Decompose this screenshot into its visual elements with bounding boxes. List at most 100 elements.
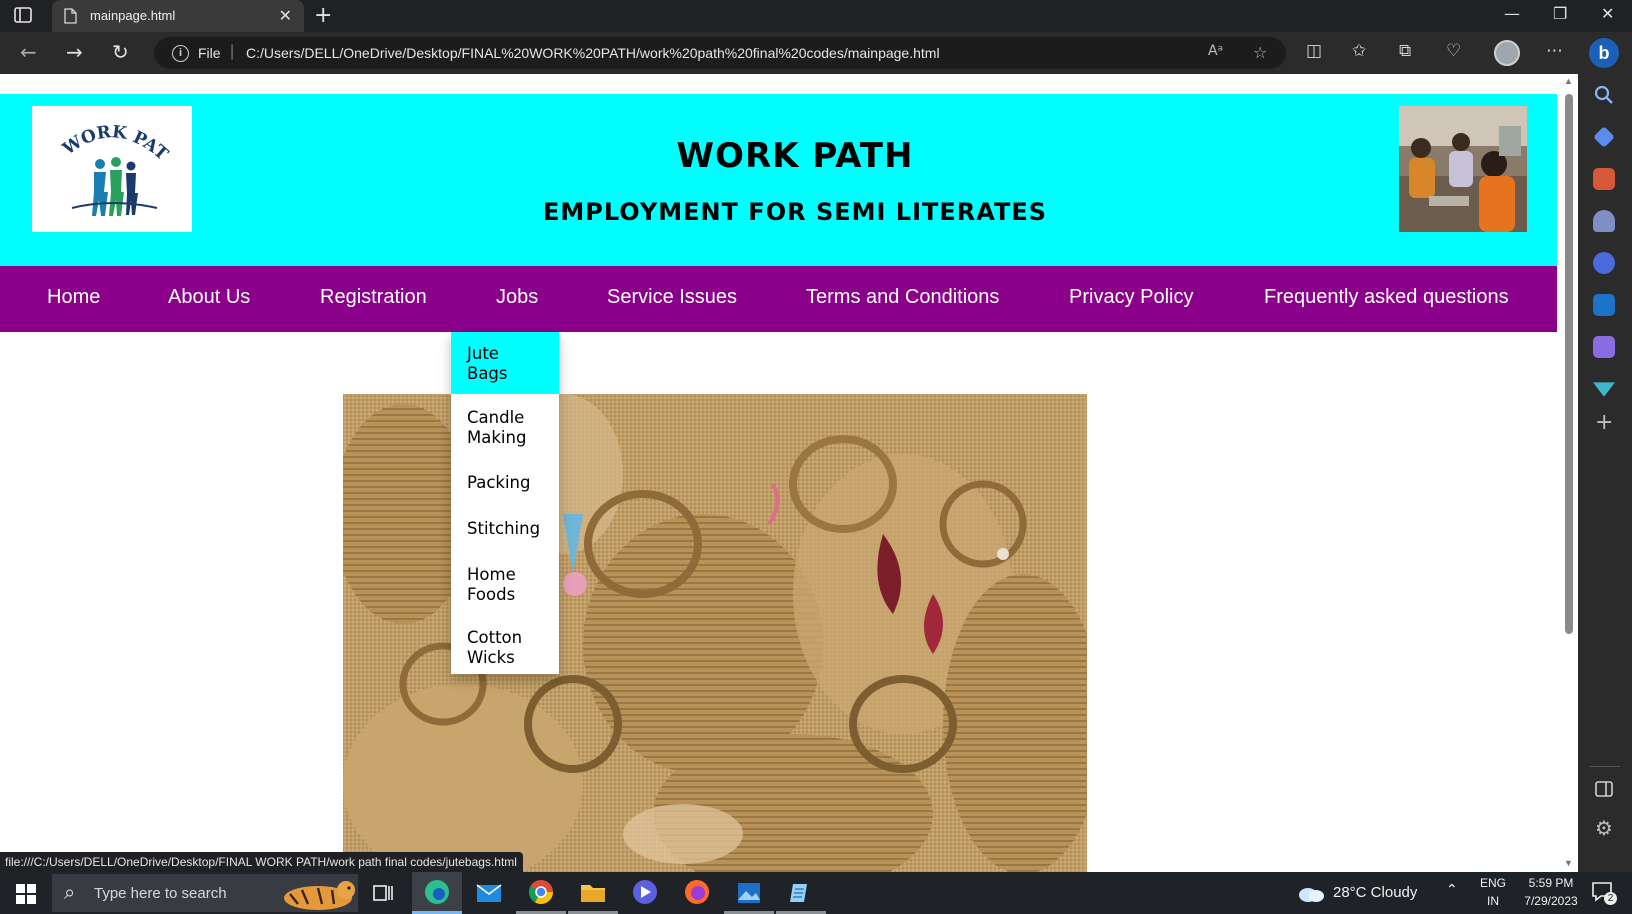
workers-photo xyxy=(1399,106,1527,232)
dropdown-item-label: Candle xyxy=(467,408,525,427)
taskbar-search-placeholder: Type here to search xyxy=(94,885,227,902)
scroll-down-arrow-icon[interactable]: ▼ xyxy=(1564,858,1573,868)
browser-toolbar: ← → ↻ i File | C:/Users/DELL/OneDrive/De… xyxy=(0,32,1632,74)
tools-icon[interactable] xyxy=(1593,168,1615,190)
refresh-icon[interactable]: ↻ xyxy=(112,40,129,64)
dropdown-item-label: Wicks xyxy=(467,648,515,667)
search-icon: ⌕ xyxy=(64,880,76,904)
nav-privacy-policy[interactable]: Privacy Policy xyxy=(1069,286,1193,309)
clock-date[interactable]: 7/29/2023 xyxy=(1508,894,1594,908)
dropdown-item-stitching[interactable]: Stitching xyxy=(451,506,559,552)
main-nav: Home About Us Registration Jobs Service … xyxy=(0,266,1557,332)
input-language[interactable]: ENG xyxy=(1476,876,1510,890)
url-text[interactable]: C:/Users/DELL/OneDrive/Desktop/FINAL%20W… xyxy=(246,45,940,61)
nav-jobs[interactable]: Jobs xyxy=(496,286,538,309)
dropdown-item-packing[interactable]: Packing xyxy=(451,460,559,506)
dropdown-item-label: Home xyxy=(467,565,516,584)
shopping-tag-icon[interactable] xyxy=(1593,126,1615,148)
nav-registration[interactable]: Registration xyxy=(320,286,427,309)
dropdown-item-label: Packing xyxy=(467,473,531,492)
close-tab-icon[interactable]: ✕ xyxy=(279,6,292,26)
nav-faq[interactable]: Frequently asked questions xyxy=(1264,286,1509,309)
people-icon[interactable] xyxy=(1593,210,1615,232)
dropdown-item-cotton-wicks[interactable]: Cotton Wicks xyxy=(451,618,559,674)
more-options-icon[interactable]: ⋯ xyxy=(1546,41,1563,61)
dropdown-item-label: Stitching xyxy=(467,519,541,538)
profile-avatar[interactable] xyxy=(1494,40,1520,66)
address-bar[interactable]: i File | C:/Users/DELL/OneDrive/Desktop/… xyxy=(154,37,1286,69)
file-explorer-taskbar-icon[interactable] xyxy=(568,872,618,914)
search-icon[interactable] xyxy=(1593,84,1615,106)
minimize-icon[interactable]: — xyxy=(1504,4,1520,23)
hide-sidebar-icon[interactable] xyxy=(1593,778,1615,800)
outlook-icon[interactable] xyxy=(1593,294,1615,316)
sidebar-divider xyxy=(1590,766,1620,767)
restore-icon[interactable]: ❐ xyxy=(1553,4,1567,23)
mail-taskbar-icon[interactable] xyxy=(464,872,514,914)
drop-icon[interactable] xyxy=(1593,382,1615,397)
address-separator: | xyxy=(230,43,235,60)
dropdown-item-label: Cotton xyxy=(467,628,523,647)
dropdown-item-candle-making[interactable]: Candle Making xyxy=(451,394,559,460)
cloudy-weather-icon[interactable] xyxy=(1296,883,1326,903)
forward-arrow-icon[interactable]: → xyxy=(66,40,83,64)
scroll-up-arrow-icon[interactable]: ▲ xyxy=(1564,76,1573,86)
windows-taskbar: ⌕ Type here to search 28°C Cloudy ⌃ ENG … xyxy=(0,872,1632,914)
weather-text[interactable]: 28°C Cloudy xyxy=(1333,884,1417,901)
games-icon[interactable] xyxy=(1593,252,1615,274)
favorite-star-icon[interactable]: ☆ xyxy=(1253,43,1267,62)
browser-tab[interactable]: mainpage.html ✕ xyxy=(52,0,304,32)
add-sidebar-app-icon[interactable]: + xyxy=(1595,410,1613,435)
nav-about-us[interactable]: About Us xyxy=(168,286,250,309)
screen: mainpage.html ✕ + — ❐ ✕ ← → ↻ i File | C… xyxy=(0,0,1632,914)
page-icon xyxy=(64,8,78,25)
read-aloud-icon[interactable]: Aᵃ xyxy=(1208,43,1223,59)
input-region[interactable]: IN xyxy=(1476,894,1510,908)
site-subtitle: EMPLOYMENT FOR SEMI LITERATES xyxy=(542,198,1048,226)
windows-start-icon[interactable] xyxy=(16,884,36,904)
browser-essentials-icon[interactable]: ♡ xyxy=(1446,41,1461,61)
page-scrollbar[interactable]: ▲ ▼ xyxy=(1560,74,1578,872)
split-screen-icon[interactable]: ◫ xyxy=(1306,41,1322,61)
tab-title: mainpage.html xyxy=(90,8,176,23)
search-highlight-tiger-icon xyxy=(284,881,355,910)
notepad-taskbar-icon[interactable] xyxy=(776,872,826,914)
close-window-icon[interactable]: ✕ xyxy=(1601,4,1614,23)
back-arrow-icon[interactable]: ← xyxy=(20,40,37,64)
jobs-dropdown-menu: Jute Bags Candle Making Packing Stitchin… xyxy=(451,332,559,674)
chrome-taskbar-icon[interactable] xyxy=(516,872,566,914)
clock-time[interactable]: 5:59 PM xyxy=(1508,876,1594,890)
tab-actions-icon[interactable] xyxy=(14,7,36,25)
favorites-icon[interactable]: ✩ xyxy=(1352,41,1366,61)
show-hidden-icons-chevron-icon[interactable]: ⌃ xyxy=(1446,882,1458,898)
collections-icon[interactable]: ⧉ xyxy=(1399,41,1411,61)
browser-titlebar: mainpage.html ✕ + — ❐ ✕ xyxy=(0,0,1632,32)
dropdown-item-label: Foods xyxy=(467,585,516,604)
edge-sidebar: + ⚙ xyxy=(1578,74,1632,872)
dropdown-item-label: Making xyxy=(467,428,527,447)
bing-chat-icon[interactable]: b xyxy=(1589,38,1619,68)
nav-terms[interactable]: Terms and Conditions xyxy=(806,286,999,309)
dropdown-item-jute-bags[interactable]: Jute Bags xyxy=(451,332,559,394)
photos-taskbar-icon[interactable] xyxy=(724,872,774,914)
site-info-icon[interactable]: i xyxy=(172,45,189,62)
taskbar-search-box[interactable]: ⌕ Type here to search xyxy=(52,874,358,912)
settings-gear-icon[interactable]: ⚙ xyxy=(1595,816,1613,840)
site-title: WORK PATH xyxy=(676,136,914,176)
nav-service-issues[interactable]: Service Issues xyxy=(607,286,737,309)
media-player-taskbar-icon[interactable] xyxy=(620,872,670,914)
firefox-taskbar-icon[interactable] xyxy=(672,872,722,914)
designer-icon[interactable] xyxy=(1593,336,1615,358)
nav-home[interactable]: Home xyxy=(47,286,100,309)
dropdown-item-home-foods[interactable]: Home Foods xyxy=(451,552,559,618)
notification-center-icon[interactable]: 2 xyxy=(1590,880,1618,906)
link-status-tooltip: file:///C:/Users/DELL/OneDrive/Desktop/F… xyxy=(0,852,523,872)
dropdown-item-label: Bags xyxy=(467,364,508,383)
scrollbar-thumb[interactable] xyxy=(1565,94,1573,634)
scheme-label: File xyxy=(198,45,221,61)
dropdown-item-label: Jute xyxy=(467,344,499,363)
notification-count-badge: 2 xyxy=(1604,892,1617,905)
new-tab-button[interactable]: + xyxy=(314,3,332,28)
edge-taskbar-icon[interactable] xyxy=(412,872,462,914)
task-view-button[interactable] xyxy=(358,872,408,914)
